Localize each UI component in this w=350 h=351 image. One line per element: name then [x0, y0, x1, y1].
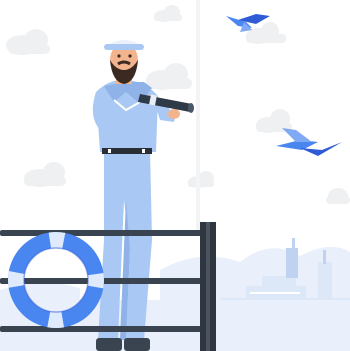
- bird-icon: [276, 128, 342, 156]
- cloud-icon: [146, 63, 192, 90]
- sailor-hat-icon: [104, 40, 144, 50]
- cloud-icon: [154, 5, 182, 22]
- cloud-icon: [246, 22, 286, 44]
- cloud-icon: [188, 171, 214, 188]
- mast-line: [196, 0, 200, 230]
- cloud-icon: [6, 29, 50, 55]
- cloud-icon: [326, 188, 350, 204]
- sailor-illustration: [0, 0, 350, 351]
- cloud-icon: [24, 162, 66, 187]
